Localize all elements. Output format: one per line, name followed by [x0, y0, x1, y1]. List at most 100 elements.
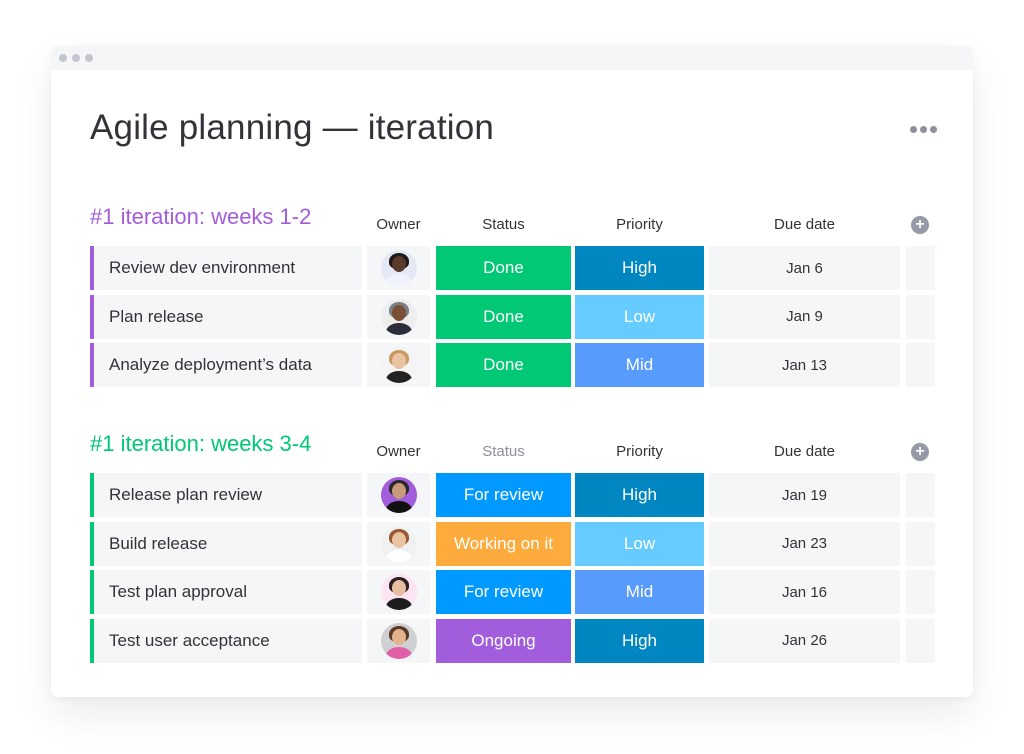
status-badge[interactable]: Done — [436, 294, 571, 339]
priority-badge[interactable]: Low — [575, 294, 704, 339]
status-badge[interactable]: Working on it — [436, 521, 571, 566]
add-column-button[interactable]: + — [911, 443, 929, 461]
column-header-priority[interactable]: Priority — [575, 216, 704, 233]
avatar-body — [385, 598, 412, 610]
group-rows: Release plan review For review High Jan 19 B… — [90, 473, 935, 663]
group-color-bar — [90, 473, 94, 517]
column-header-status[interactable]: Status — [436, 216, 571, 233]
avatar-body — [385, 501, 412, 513]
avatar-face — [391, 531, 406, 548]
board-window: Agile planning — iteration #1 iteration:… — [51, 46, 973, 697]
avatar-body — [385, 322, 412, 335]
status-badge[interactable]: For review — [436, 570, 571, 614]
group-color-bar — [90, 618, 94, 663]
extra-column-cell[interactable] — [906, 618, 935, 663]
priority-label: High — [622, 485, 657, 504]
due-date: Jan 13 — [781, 356, 828, 374]
table-row[interactable]: Build release Working on it Low Jan 23 — [90, 521, 935, 566]
item-name-cell[interactable]: Review dev environment — [90, 246, 362, 290]
priority-badge[interactable]: High — [575, 618, 704, 663]
column-header-owner[interactable]: Owner — [367, 216, 430, 233]
extra-column-cell[interactable] — [906, 473, 935, 517]
owner-cell[interactable] — [367, 294, 430, 339]
priority-badge[interactable]: Mid — [575, 343, 704, 387]
item-name-cell[interactable]: Analyze deployment’s data — [90, 343, 362, 387]
avatar — [380, 250, 417, 286]
item-name-cell[interactable]: Release plan review — [90, 473, 362, 517]
extra-column-cell[interactable] — [906, 570, 935, 614]
due-date-cell[interactable]: Jan 13 — [709, 343, 900, 387]
avatar — [380, 477, 417, 513]
column-header-owner[interactable]: Owner — [367, 443, 430, 460]
due-date-cell[interactable]: Jan 26 — [709, 618, 900, 663]
column-header-status[interactable]: Status — [436, 443, 571, 460]
column-header-due-date[interactable]: Due date — [709, 443, 900, 460]
window-dot-icon — [72, 54, 80, 62]
due-date: Jan 6 — [786, 259, 823, 277]
extra-column-cell[interactable] — [906, 343, 935, 387]
avatar-face — [391, 628, 406, 645]
item-name: Plan release — [109, 306, 204, 326]
due-date-cell[interactable]: Jan 19 — [709, 473, 900, 517]
owner-cell[interactable] — [367, 246, 430, 290]
priority-badge[interactable]: Low — [575, 521, 704, 566]
due-date-cell[interactable]: Jan 23 — [709, 521, 900, 566]
item-name-cell[interactable]: Test user acceptance — [90, 618, 362, 663]
priority-label: Low — [623, 306, 656, 326]
status-badge[interactable]: Ongoing — [436, 618, 571, 663]
item-name: Release plan review — [109, 485, 263, 504]
item-name-cell[interactable]: Test plan approval — [90, 570, 362, 614]
more-horizontal-icon — [930, 126, 937, 133]
owner-cell[interactable] — [367, 570, 430, 614]
item-name: Build release — [109, 533, 208, 553]
priority-label: Low — [623, 533, 656, 553]
status-label: Done — [483, 355, 524, 374]
group-color-bar — [90, 570, 94, 614]
group-weeks-1-2: #1 iteration: weeks 1-2 Owner Status Pri… — [90, 204, 935, 392]
avatar-body — [385, 371, 412, 383]
extra-column-cell[interactable] — [906, 294, 935, 339]
table-row[interactable]: Test user acceptance Ongoing High Jan 26 — [90, 618, 935, 663]
column-header-due-date[interactable]: Due date — [709, 216, 900, 233]
status-label: Working on it — [454, 533, 553, 553]
group-header: #1 iteration: weeks 1-2 Owner Status Pri… — [90, 204, 935, 246]
column-header-priority[interactable]: Priority — [575, 443, 704, 460]
owner-cell[interactable] — [367, 618, 430, 663]
group-title[interactable]: #1 iteration: weeks 1-2 — [90, 204, 311, 230]
due-date-cell[interactable]: Jan 16 — [709, 570, 900, 614]
window-titlebar — [51, 46, 973, 70]
item-name-cell[interactable]: Build release — [90, 521, 362, 566]
extra-column-cell[interactable] — [906, 521, 935, 566]
avatar-face — [391, 353, 406, 369]
owner-cell[interactable] — [367, 343, 430, 387]
due-date-cell[interactable]: Jan 9 — [709, 294, 900, 339]
status-label: Done — [483, 258, 524, 277]
table-row[interactable]: Release plan review For review High Jan 19 — [90, 473, 935, 517]
priority-badge[interactable]: Mid — [575, 570, 704, 614]
table-row[interactable]: Plan release Done Low Jan 9 — [90, 294, 935, 339]
group-color-bar — [90, 521, 94, 566]
priority-badge[interactable]: High — [575, 246, 704, 290]
extra-column-cell[interactable] — [906, 246, 935, 290]
owner-cell[interactable] — [367, 521, 430, 566]
owner-cell[interactable] — [367, 473, 430, 517]
table-row[interactable]: Analyze deployment’s data Done Mid Jan 13 — [90, 343, 935, 387]
priority-badge[interactable]: High — [575, 473, 704, 517]
group-color-bar — [90, 343, 94, 387]
table-row[interactable]: Test plan approval For review Mid Jan 16 — [90, 570, 935, 614]
item-name: Review dev environment — [109, 258, 296, 277]
table-row[interactable]: Review dev environment Done High Jan 6 — [90, 246, 935, 290]
item-name-cell[interactable]: Plan release — [90, 294, 362, 339]
plus-circle-icon: + — [915, 443, 925, 460]
status-badge[interactable]: Done — [436, 343, 571, 387]
status-badge[interactable]: Done — [436, 246, 571, 290]
group-title[interactable]: #1 iteration: weeks 3-4 — [90, 431, 311, 457]
avatar — [380, 298, 417, 335]
status-badge[interactable]: For review — [436, 473, 571, 517]
due-date-cell[interactable]: Jan 6 — [709, 246, 900, 290]
avatar-face — [391, 256, 406, 272]
item-name: Test plan approval — [109, 582, 247, 601]
add-column-button[interactable]: + — [911, 216, 929, 234]
window-dot-icon — [59, 54, 67, 62]
more-options-button[interactable] — [906, 122, 941, 137]
